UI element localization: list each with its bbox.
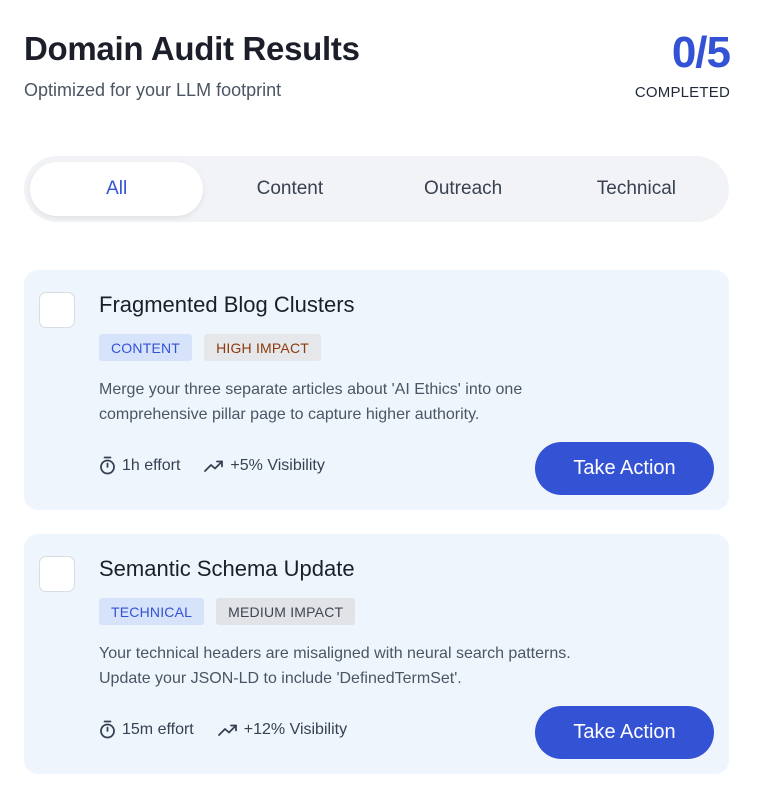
page-subtitle: Optimized for your LLM footprint (24, 80, 282, 100)
visibility-text: +5% Visibility (230, 456, 325, 474)
completion-counter: 0/5 COMPLETED (634, 28, 731, 102)
impact-badge: HIGH IMPACT (204, 334, 322, 361)
tab-outreach[interactable]: Outreach (377, 162, 550, 216)
effort-text: 15m effort (122, 720, 194, 738)
category-badge: TECHNICAL (99, 598, 205, 625)
task-title: Semantic Schema Update (99, 556, 355, 581)
trending-up-icon (217, 723, 238, 737)
tab-content[interactable]: Content (203, 162, 376, 216)
tab-technical[interactable]: Technical (550, 162, 723, 216)
filter-tabs: All Content Outreach Technical (24, 156, 729, 222)
task-checkbox[interactable] (39, 556, 75, 592)
task-description: Merge your three separate articles about… (99, 381, 523, 423)
trending-up-icon (204, 459, 224, 473)
task-tags: TECHNICAL MEDIUM IMPACT (99, 598, 356, 625)
task-title: Fragmented Blog Clusters (99, 292, 355, 317)
visibility-gain: +12% Visibility (217, 720, 348, 739)
take-action-button[interactable]: Take Action (535, 706, 714, 759)
task-meta: 15m effort +12% Visibility (99, 720, 371, 739)
completion-label: COMPLETED (634, 84, 730, 101)
task-card: Semantic Schema Update TECHNICAL MEDIUM … (24, 534, 729, 774)
completion-value: 0/5 (671, 28, 731, 77)
effort-estimate: 15m effort (99, 720, 194, 739)
visibility-text: +12% Visibility (243, 720, 348, 738)
stopwatch-icon (99, 456, 116, 475)
task-tags: CONTENT HIGH IMPACT (99, 334, 322, 361)
effort-estimate: 1h effort (99, 456, 180, 475)
task-meta: 1h effort +5% Visibility (99, 456, 349, 475)
task-checkbox[interactable] (39, 292, 75, 328)
visibility-gain: +5% Visibility (204, 456, 325, 475)
task-description: Your technical headers are misaligned wi… (99, 645, 571, 687)
category-badge: CONTENT (99, 334, 193, 361)
impact-badge: MEDIUM IMPACT (216, 598, 356, 625)
take-action-button[interactable]: Take Action (535, 442, 714, 495)
task-card: Fragmented Blog Clusters CONTENT HIGH IM… (24, 270, 729, 510)
page-title: Domain Audit Results (24, 30, 360, 67)
page-header: Domain Audit Results Optimized for your … (24, 30, 360, 101)
stopwatch-icon (99, 720, 116, 739)
tab-all[interactable]: All (30, 162, 204, 216)
effort-text: 1h effort (122, 456, 181, 474)
